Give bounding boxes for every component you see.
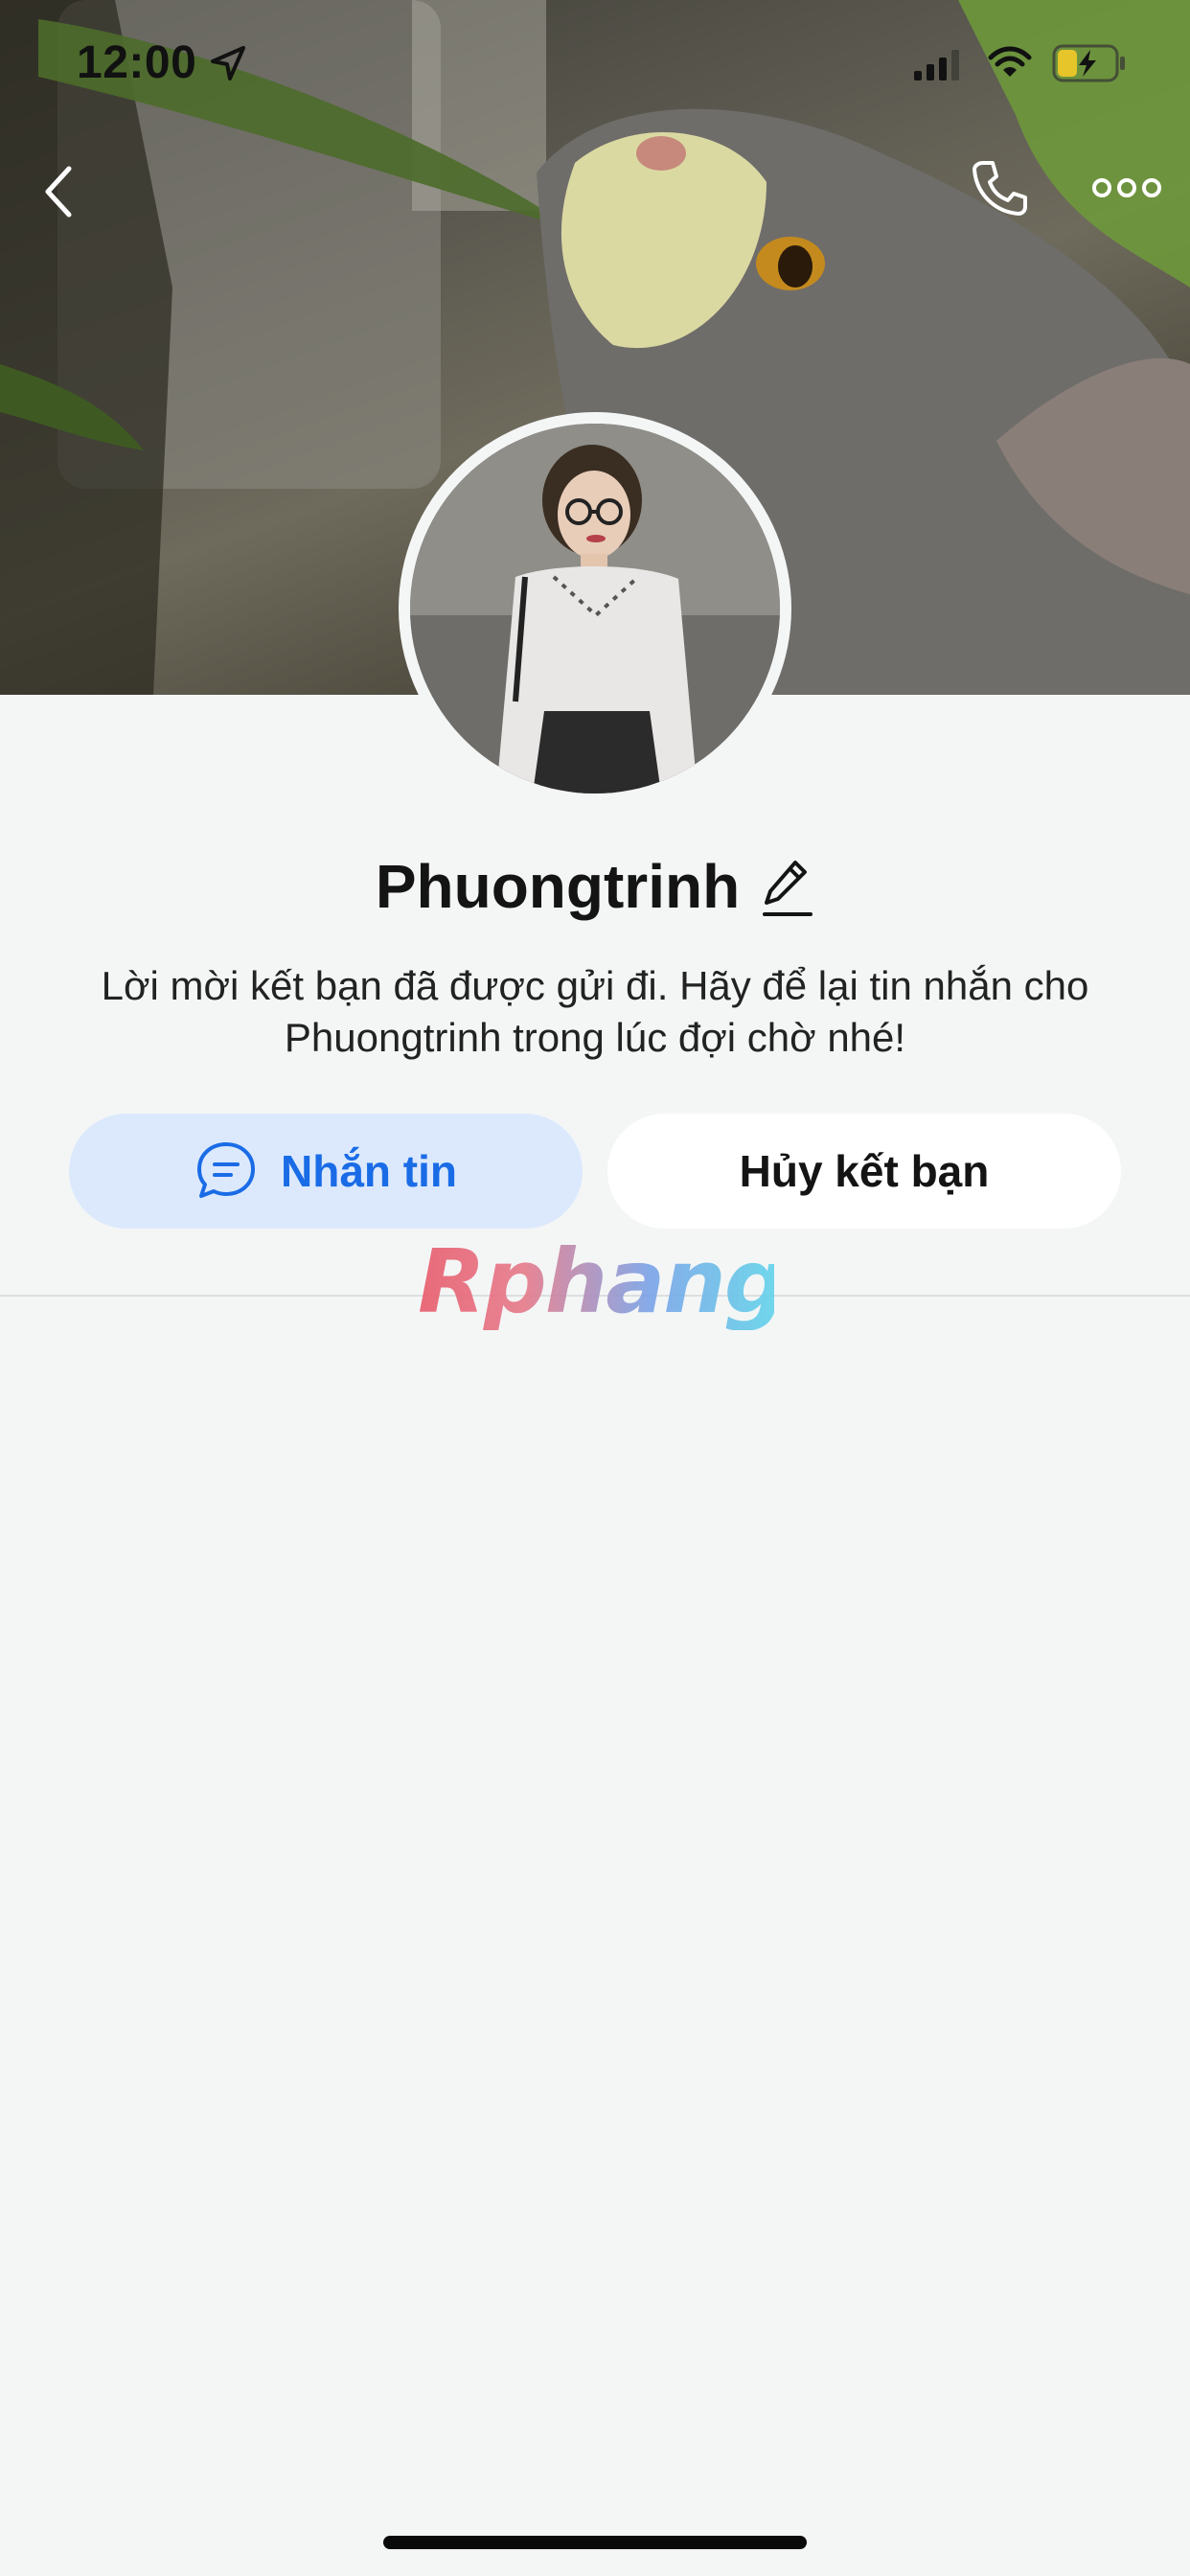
- avatar[interactable]: [399, 412, 791, 805]
- friend-request-message: Lời mời kết bạn đã được gửi đi. Hãy để l…: [101, 963, 1089, 1060]
- phone-icon: [973, 161, 1027, 216]
- avatar-photo: [410, 424, 780, 794]
- status-time: 12:00: [77, 37, 197, 88]
- cancel-friend-request-button[interactable]: Hủy kết bạn: [607, 1114, 1121, 1229]
- more-button[interactable]: [1092, 171, 1161, 210]
- home-indicator[interactable]: [383, 2536, 807, 2549]
- cellular-signal-icon: [914, 50, 959, 80]
- chat-bubble-icon: [197, 1142, 255, 1198]
- profile-screen: 12:00 Phuongtrinh Lời mời kết bạn đã đượ…: [0, 0, 1190, 2576]
- avatar-person-illustration: [410, 424, 780, 794]
- cancel-friend-request-label: Hủy kết bạn: [739, 1146, 990, 1196]
- wifi-icon: [988, 46, 1032, 77]
- profile-name: Phuongtrinh: [375, 852, 741, 921]
- call-button[interactable]: [970, 157, 1031, 223]
- watermark-logo: Rphang: [418, 1230, 788, 1333]
- status-bar: 12:00: [0, 0, 1190, 125]
- send-message-button[interactable]: Nhắn tin: [69, 1114, 583, 1229]
- profile-name-row: Phuongtrinh: [0, 843, 1190, 930]
- send-message-label: Nhắn tin: [281, 1146, 457, 1196]
- chevron-left-icon: [45, 166, 72, 218]
- location-arrow-icon: [211, 46, 245, 80]
- pencil-icon[interactable]: [761, 855, 814, 918]
- back-button[interactable]: [36, 161, 82, 227]
- more-dots-icon: [1092, 178, 1161, 197]
- battery-charging-icon: [1052, 44, 1125, 82]
